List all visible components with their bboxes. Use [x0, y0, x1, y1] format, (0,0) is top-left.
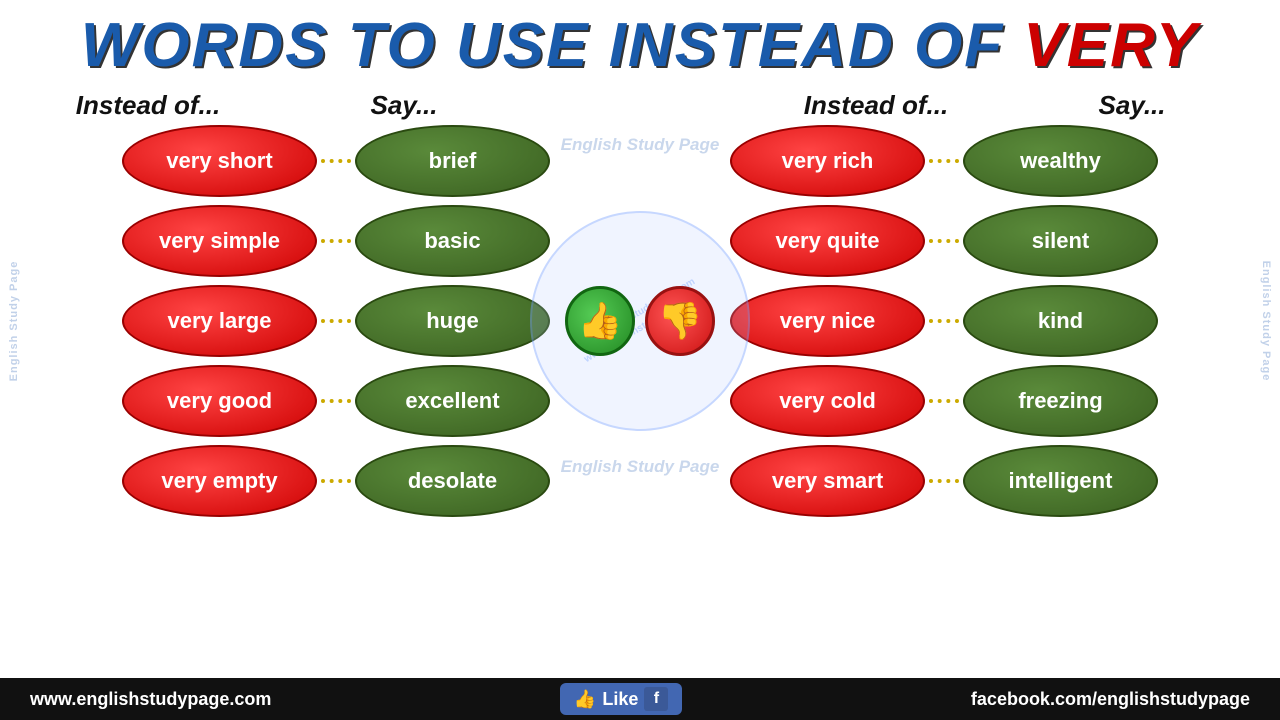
right-instead-3: very cold [730, 365, 925, 437]
left-instead-3: very good [122, 365, 317, 437]
dotted-0-right [929, 159, 959, 163]
column-headers: Instead of... Say... Instead of... Say..… [0, 86, 1280, 125]
right-instead-2: very nice [730, 285, 925, 357]
right-pair-3: very cold freezing [730, 365, 1158, 437]
left-pair-2: very large huge [122, 285, 550, 357]
footer-facebook: facebook.com/englishstudypage [971, 689, 1250, 710]
right-say-2: kind [963, 285, 1158, 357]
left-say-0: brief [355, 125, 550, 197]
left-pair-4: very empty desolate [122, 445, 550, 517]
right-pair-4: very smart intelligent [730, 445, 1158, 517]
right-instead-0: very rich [730, 125, 925, 197]
left-pair-3: very good excellent [122, 365, 550, 437]
center-area: www.englishstudypage.comwww.englishstudy… [560, 125, 720, 517]
dotted-1-right [929, 239, 959, 243]
thumbs-up-icon: 👍 [565, 286, 635, 356]
dotted-2-left [321, 319, 351, 323]
dotted-4-right [929, 479, 959, 483]
thumbs-down-icon: 👎 [645, 286, 715, 356]
right-instead-4: very smart [730, 445, 925, 517]
right-instead-1: very quite [730, 205, 925, 277]
like-label: Like [602, 689, 638, 710]
left-say-4: desolate [355, 445, 550, 517]
right-say-header: Say... [1032, 90, 1232, 121]
dotted-3-left [321, 399, 351, 403]
footer: www.englishstudypage.com 👍 Like f facebo… [0, 678, 1280, 720]
right-say-4: intelligent [963, 445, 1158, 517]
left-pair-1: very simple basic [122, 205, 550, 277]
thumbs-container: 👍 👎 [565, 286, 715, 356]
title-very: VERY [1023, 11, 1199, 80]
right-pair-1: very quite silent [730, 205, 1158, 277]
left-instead-1: very simple [122, 205, 317, 277]
left-say-header: Say... [304, 90, 504, 121]
dotted-2-right [929, 319, 959, 323]
left-pair-0: very short brief [122, 125, 550, 197]
like-button[interactable]: 👍 Like f [560, 683, 682, 715]
dotted-3-right [929, 399, 959, 403]
right-say-1: silent [963, 205, 1158, 277]
like-thumb-icon: 👍 [574, 689, 596, 710]
right-panel: very rich wealthy very quite silent very… [720, 125, 1168, 517]
dotted-4-left [321, 479, 351, 483]
left-instead-4: very empty [122, 445, 317, 517]
facebook-icon: f [644, 687, 668, 711]
right-pair-2: very nice kind [730, 285, 1158, 357]
left-watermark: English Study Page [8, 261, 20, 382]
dotted-0-left [321, 159, 351, 163]
esp-top: English Study Page [561, 135, 720, 155]
left-say-2: huge [355, 285, 550, 357]
title-main: WORDS TO USE INSTEAD OF [81, 11, 1023, 80]
left-instead-2: very large [122, 285, 317, 357]
main-content: English Study Page English Study Page ve… [0, 125, 1280, 517]
dotted-1-left [321, 239, 351, 243]
right-pair-0: very rich wealthy [730, 125, 1158, 197]
right-say-3: freezing [963, 365, 1158, 437]
title-bar: WORDS TO USE INSTEAD OF VERY [0, 0, 1280, 86]
left-instead-header: Instead of... [48, 90, 248, 121]
right-watermark: English Study Page [1260, 261, 1272, 382]
esp-bottom: English Study Page [561, 457, 720, 477]
left-say-3: excellent [355, 365, 550, 437]
left-say-1: basic [355, 205, 550, 277]
footer-website: www.englishstudypage.com [30, 689, 271, 710]
right-say-0: wealthy [963, 125, 1158, 197]
right-instead-header: Instead of... [776, 90, 976, 121]
left-panel: very short brief very simple basic very … [112, 125, 560, 517]
left-instead-0: very short [122, 125, 317, 197]
